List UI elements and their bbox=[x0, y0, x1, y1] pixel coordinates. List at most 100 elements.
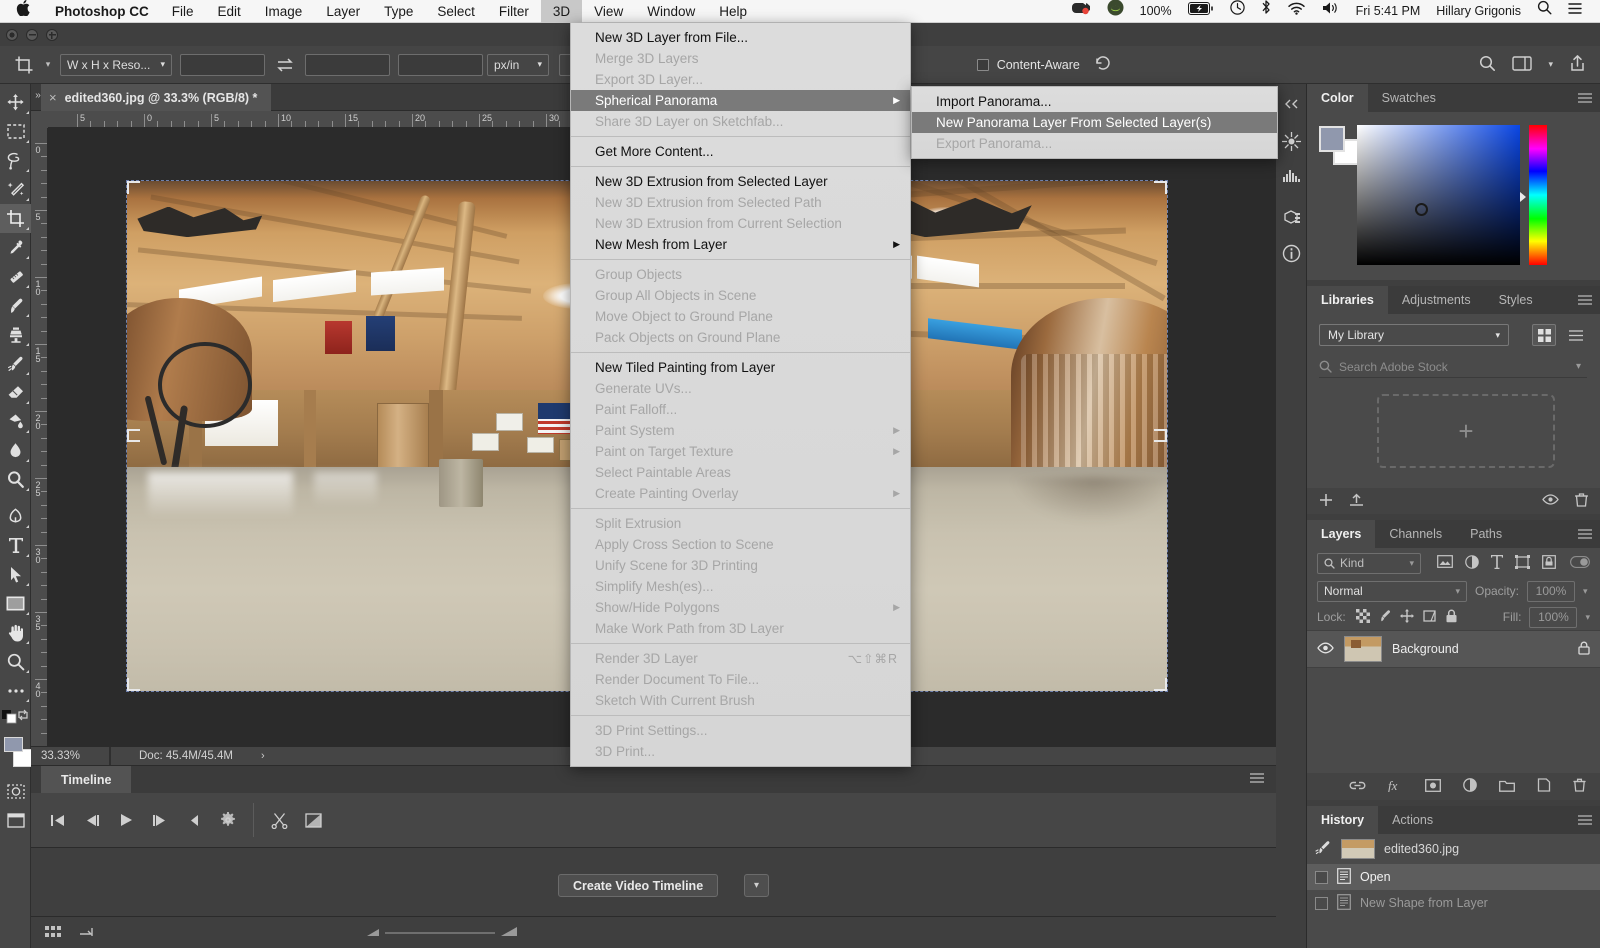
window-close-button[interactable] bbox=[6, 29, 18, 41]
menu-view[interactable]: View bbox=[582, 0, 635, 23]
smart-object-filter-icon[interactable] bbox=[1542, 554, 1556, 572]
fill-value[interactable]: 100% bbox=[1529, 606, 1578, 628]
library-visibility-icon[interactable] bbox=[1542, 493, 1559, 510]
library-list-view-button[interactable] bbox=[1564, 324, 1588, 346]
libraries-panel-menu-icon[interactable] bbox=[1578, 295, 1592, 308]
reset-icon[interactable] bbox=[1094, 55, 1112, 74]
clock-label[interactable]: Fri 5:41 PM bbox=[1348, 0, 1429, 23]
hue-strip[interactable] bbox=[1529, 125, 1547, 265]
timeline-body[interactable]: Create Video Timeline ▾ bbox=[31, 848, 1276, 916]
blur-tool[interactable] bbox=[0, 436, 31, 465]
eyedropper-tool[interactable] bbox=[0, 233, 31, 262]
submenu-item-new-panorama-layer-from-selected-layer-s[interactable]: New Panorama Layer From Selected Layer(s… bbox=[912, 112, 1277, 133]
layer-style-icon[interactable]: fx bbox=[1388, 778, 1403, 795]
crop-width-input[interactable] bbox=[180, 53, 265, 76]
add-library-item-icon[interactable] bbox=[1319, 493, 1333, 510]
tab-styles[interactable]: Styles bbox=[1485, 286, 1547, 314]
menu-item-new-mesh-from-layer[interactable]: New Mesh from Layer ▶ bbox=[571, 234, 910, 255]
status-expand-icon[interactable]: › bbox=[233, 750, 265, 762]
split-clip-icon[interactable] bbox=[262, 802, 296, 838]
link-layers-icon[interactable] bbox=[1349, 779, 1366, 794]
crop-handle-middle-right[interactable] bbox=[1154, 429, 1167, 442]
crop-handle-bottom-left[interactable] bbox=[127, 678, 140, 691]
info-panel-icon[interactable] bbox=[1276, 236, 1307, 270]
spherical-panorama-submenu[interactable]: Import Panorama... New Panorama Layer Fro… bbox=[911, 86, 1278, 159]
adjustment-layer-icon[interactable] bbox=[1463, 778, 1477, 795]
tab-history[interactable]: History bbox=[1307, 806, 1379, 834]
content-aware-checkbox[interactable] bbox=[976, 58, 989, 71]
user-name-label[interactable]: Hillary Grigonis bbox=[1428, 0, 1529, 23]
search-icon[interactable] bbox=[1479, 55, 1496, 75]
blend-mode-select[interactable]: Normal ▾ bbox=[1317, 580, 1467, 602]
app-status-icon[interactable] bbox=[1099, 0, 1132, 24]
spotlight-search-icon[interactable] bbox=[1529, 0, 1560, 23]
tab-timeline[interactable]: Timeline bbox=[41, 766, 132, 793]
lock-all-icon[interactable] bbox=[1445, 609, 1458, 626]
share-icon[interactable] bbox=[1569, 54, 1586, 75]
color-foreground-swatch[interactable] bbox=[1319, 126, 1345, 152]
foreground-background-color-swatches[interactable] bbox=[0, 735, 32, 771]
history-state-checkbox[interactable] bbox=[1315, 870, 1328, 884]
transition-icon[interactable] bbox=[296, 802, 330, 838]
opacity-chevron-icon[interactable]: ▾ bbox=[1583, 586, 1588, 597]
type-tool[interactable] bbox=[0, 531, 31, 560]
layer-filter-toggle[interactable] bbox=[1570, 555, 1590, 571]
fill-chevron-icon[interactable]: ▾ bbox=[1585, 612, 1590, 623]
color-picker-field[interactable] bbox=[1357, 125, 1520, 265]
properties-panel-icon[interactable] bbox=[1276, 202, 1307, 236]
menu-3d[interactable]: 3D bbox=[540, 0, 583, 23]
delete-layer-icon[interactable] bbox=[1573, 778, 1586, 795]
adjustment-filter-icon[interactable] bbox=[1465, 554, 1479, 572]
dodge-tool[interactable] bbox=[0, 465, 31, 494]
collapse-panels-icon[interactable] bbox=[1276, 94, 1307, 114]
crop-handle-top-left[interactable] bbox=[127, 181, 140, 194]
menu-window[interactable]: Window bbox=[635, 0, 707, 23]
close-icon[interactable]: × bbox=[49, 90, 57, 105]
3d-panel-icon[interactable] bbox=[1276, 124, 1307, 158]
menu-image[interactable]: Image bbox=[253, 0, 315, 23]
tab-actions[interactable]: Actions bbox=[1378, 806, 1447, 834]
lock-artboard-icon[interactable] bbox=[1422, 609, 1437, 626]
history-panel-menu-icon[interactable] bbox=[1578, 815, 1592, 828]
more-tools-icon[interactable] bbox=[0, 676, 31, 705]
menu-item-new-3d-layer-from-file[interactable]: New 3D Layer from File... bbox=[571, 27, 910, 48]
zoom-tool[interactable] bbox=[0, 647, 31, 676]
crop-handle-bottom-right[interactable] bbox=[1154, 678, 1167, 691]
tab-paths[interactable]: Paths bbox=[1456, 520, 1516, 548]
pixel-filter-icon[interactable] bbox=[1437, 555, 1453, 571]
audio-icon[interactable] bbox=[177, 802, 211, 838]
go-to-first-frame-icon[interactable] bbox=[41, 802, 75, 838]
convert-frames-icon[interactable] bbox=[79, 925, 96, 941]
library-search-field[interactable]: Search Adobe Stock ▾ bbox=[1319, 356, 1587, 378]
layer-mask-icon[interactable] bbox=[1425, 778, 1441, 795]
foreground-color-swatch[interactable] bbox=[4, 737, 23, 752]
chevron-down-icon[interactable]: ▾ bbox=[1576, 361, 1581, 372]
lock-image-icon[interactable] bbox=[1378, 609, 1392, 626]
lock-transparent-icon[interactable] bbox=[1355, 608, 1370, 626]
menu-item-spherical-panorama[interactable]: Spherical Panorama ▶ bbox=[571, 90, 910, 111]
layers-panel-menu-icon[interactable] bbox=[1578, 529, 1592, 542]
crop-ratio-select[interactable]: W x H x Reso... ▾ bbox=[60, 53, 172, 76]
menu-help[interactable]: Help bbox=[707, 0, 759, 23]
render-video-icon[interactable] bbox=[45, 925, 63, 941]
menu-select[interactable]: Select bbox=[425, 0, 487, 23]
next-frame-icon[interactable] bbox=[143, 802, 177, 838]
tab-layers[interactable]: Layers bbox=[1307, 520, 1376, 548]
screen-mode-icon[interactable] bbox=[0, 806, 31, 835]
crop-tool[interactable] bbox=[0, 204, 31, 233]
library-grid-view-button[interactable] bbox=[1532, 324, 1556, 346]
library-select[interactable]: My Library ▾ bbox=[1319, 324, 1509, 346]
layer-row-background[interactable]: Background bbox=[1307, 630, 1600, 668]
upload-library-icon[interactable] bbox=[1349, 493, 1364, 510]
layer-name[interactable]: Background bbox=[1392, 642, 1459, 656]
color-panel-menu-icon[interactable] bbox=[1578, 93, 1592, 106]
menu-item-new-3d-extrusion-from-selected-layer[interactable]: New 3D Extrusion from Selected Layer bbox=[571, 171, 910, 192]
battery-icon[interactable] bbox=[1180, 0, 1222, 23]
crop-height-input[interactable] bbox=[305, 53, 390, 76]
brush-tool[interactable] bbox=[0, 291, 31, 320]
volume-icon[interactable] bbox=[1314, 0, 1348, 23]
eraser-tool[interactable] bbox=[0, 378, 31, 407]
opacity-value[interactable]: 100% bbox=[1527, 580, 1576, 602]
crop-handle-top-right[interactable] bbox=[1154, 181, 1167, 194]
window-zoom-button[interactable] bbox=[46, 29, 58, 41]
